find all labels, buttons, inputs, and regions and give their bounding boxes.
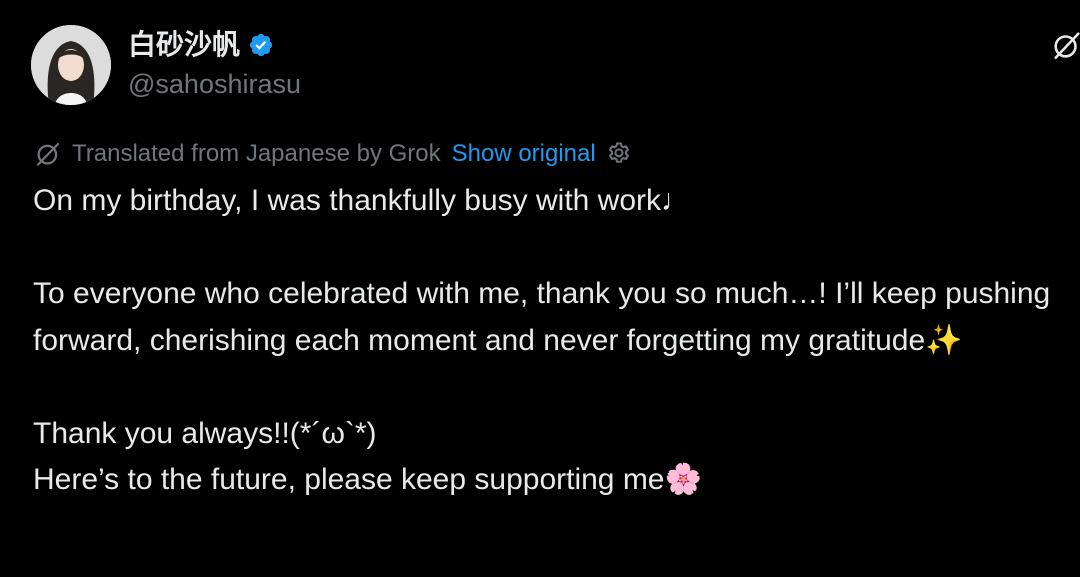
post-line-birthday: On my birthday, I was thankfully busy wi… [33, 184, 692, 217]
grok-icon[interactable] [1050, 28, 1080, 62]
verified-badge-icon [249, 33, 273, 57]
author-name-row[interactable]: 白砂沙帆 [128, 28, 274, 62]
post-line-future: Here’s to the future, please keep suppor… [33, 463, 702, 496]
translation-bar: Translated from Japanese by Grok Show or… [33, 136, 633, 172]
avatar[interactable] [31, 25, 111, 105]
post-line-thank-you: Thank you always!!(*´ω`*) [33, 416, 377, 450]
show-original-link[interactable]: Show original [452, 140, 596, 168]
grok-translate-icon [36, 142, 60, 166]
author-display-name[interactable]: 白砂沙帆 [128, 28, 240, 62]
post-paragraph-thanks: To everyone who celebrated with me, than… [33, 277, 1059, 357]
avatar-image [31, 25, 111, 105]
translated-from-label: Translated from Japanese by Grok [72, 140, 441, 167]
author-handle[interactable]: @sahoshirasu [128, 67, 301, 101]
post-text: On my birthday, I was thankfully busy wi… [33, 178, 1063, 504]
gear-icon[interactable] [605, 140, 633, 168]
